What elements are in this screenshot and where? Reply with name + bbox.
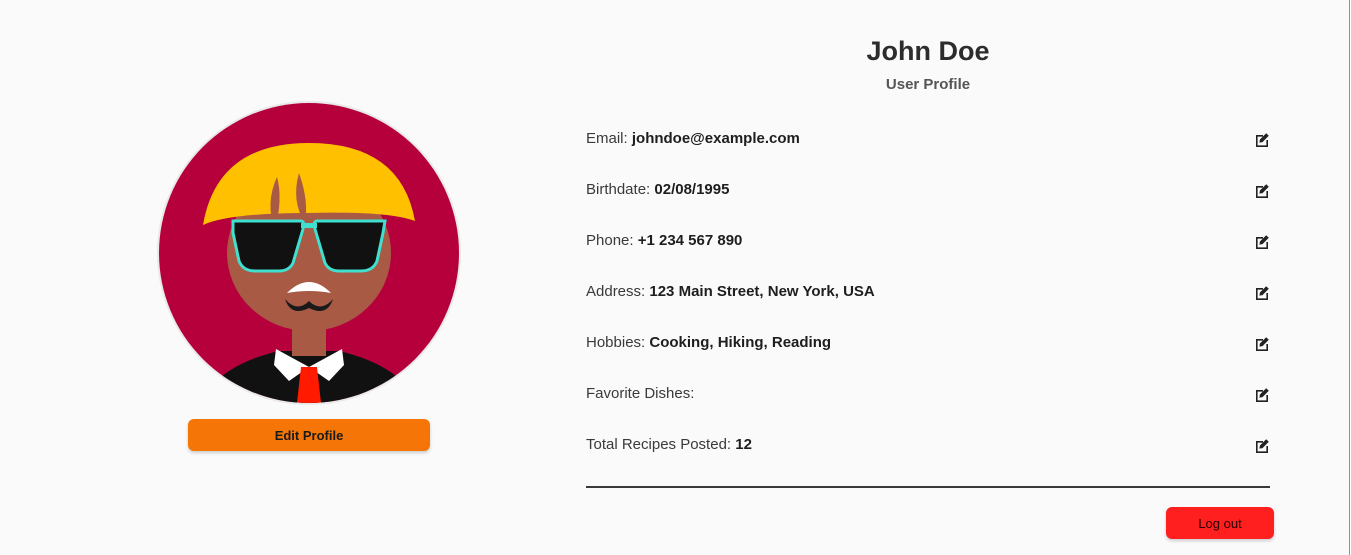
field-label: Phone: <box>586 232 634 249</box>
field-phone: Phone: +1 234 567 890 <box>586 232 1270 256</box>
field-label: Hobbies: <box>586 334 646 351</box>
avatar-illustration <box>159 103 459 403</box>
edit-icon[interactable] <box>1254 336 1270 352</box>
edit-profile-button[interactable]: Edit Profile <box>188 419 430 451</box>
field-value: 123 Main Street, New York, USA <box>649 283 875 300</box>
field-value: +1 234 567 890 <box>637 232 743 249</box>
field-birthdate: Birthdate: 02/08/1995 <box>586 181 1270 205</box>
field-value: 12 <box>735 436 752 453</box>
field-label: Address: <box>586 283 646 300</box>
divider <box>586 486 1270 488</box>
edit-icon[interactable] <box>1254 285 1270 301</box>
field-label: Total Recipes Posted: <box>586 436 732 453</box>
field-value: johndoe@example.com <box>631 130 800 147</box>
field-hobbies: Hobbies: Cooking, Hiking, Reading <box>586 334 1270 358</box>
edit-icon[interactable] <box>1254 234 1270 250</box>
field-value: Cooking, Hiking, Reading <box>649 334 832 351</box>
edit-icon[interactable] <box>1254 387 1270 403</box>
field-email: Email: johndoe@example.com <box>586 130 1270 154</box>
avatar <box>159 103 459 403</box>
field-favorite-dishes: Favorite Dishes: <box>586 385 1270 409</box>
field-value: 02/08/1995 <box>654 181 730 198</box>
field-label: Email: <box>586 130 628 147</box>
field-address: Address: 123 Main Street, New York, USA <box>586 283 1270 307</box>
profile-left-panel: Edit Profile <box>0 0 560 555</box>
field-label: Favorite Dishes: <box>586 385 695 402</box>
field-total-recipes: Total Recipes Posted: 12 <box>586 436 1270 460</box>
edit-icon[interactable] <box>1254 438 1270 454</box>
edit-icon[interactable] <box>1254 183 1270 199</box>
field-label: Birthdate: <box>586 181 651 198</box>
profile-subtitle: User Profile <box>885 76 971 93</box>
edit-icon[interactable] <box>1254 132 1270 148</box>
profile-card: Edit Profile John Doe User Profile Email… <box>0 0 1350 555</box>
logout-button[interactable]: Log out <box>1166 507 1274 539</box>
profile-name: John Doe <box>866 36 990 66</box>
